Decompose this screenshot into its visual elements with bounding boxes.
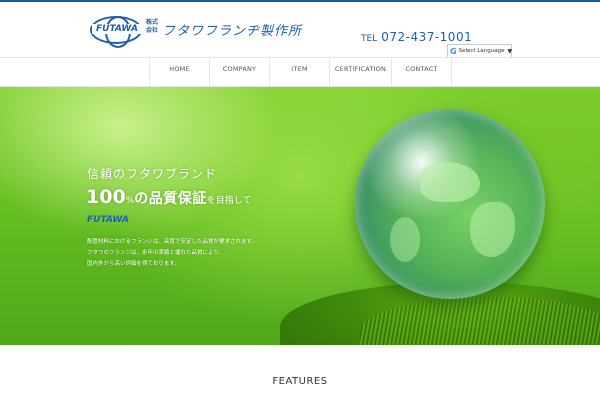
- logo-mark: FUTAWA: [92, 24, 142, 34]
- site-header: FUTAWA 株式 会社 フタワフランヂ製作所 TEL 072-437-1001 …: [0, 2, 600, 58]
- nav-certification[interactable]: CERTIFICATION: [330, 58, 392, 86]
- logo-company-name: フタワフランヂ製作所: [162, 24, 303, 39]
- globe-land-shape: [390, 217, 420, 262]
- hero-description: 配管材料におけるフランジは、高度で安定した品質が要求されます。 フタワのフランジ…: [87, 237, 257, 270]
- hero-desc-line: 配管材料におけるフランジは、高度で安定した品質が要求されます。: [87, 239, 257, 245]
- google-icon: G: [450, 46, 457, 56]
- dropdown-arrow-icon: ▼: [507, 47, 513, 55]
- headline-number: 100: [86, 186, 126, 208]
- nav-item[interactable]: ITEM: [270, 58, 330, 86]
- phone-number: TEL 072-437-1001: [361, 30, 472, 44]
- nav-company[interactable]: COMPANY: [210, 58, 270, 86]
- hero-desc-line: フタワのフランジは、永年の実績と優れた品質により、: [87, 250, 225, 256]
- logo-kabushiki-kaisha: 株式 会社: [146, 19, 159, 34]
- tel-number: 072-437-1001: [381, 30, 473, 44]
- nav-home[interactable]: HOME: [150, 58, 210, 86]
- hero-brand: FUTAWA: [87, 215, 129, 225]
- globe-land-shape: [420, 162, 480, 202]
- hero-headline: 100%の品質保証を目指して: [86, 186, 251, 208]
- headline-percent: %: [125, 196, 135, 206]
- main-navigation: HOME COMPANY ITEM CERTIFICATION CONTACT: [0, 57, 600, 87]
- hero-title: 信頼のフタワブランド: [87, 167, 218, 181]
- tel-label: TEL: [361, 34, 378, 44]
- google-translate-select[interactable]: G Select Language ▼: [447, 44, 512, 58]
- nav-contact[interactable]: CONTACT: [392, 58, 452, 86]
- headline-text: の品質保証: [134, 191, 207, 207]
- glass-globe-image: [355, 109, 545, 299]
- headline-tail: を目指して: [206, 196, 252, 206]
- company-logo[interactable]: FUTAWA 株式 会社 フタワフランヂ製作所: [90, 16, 301, 48]
- nav-items: HOME COMPANY ITEM CERTIFICATION CONTACT: [149, 58, 452, 86]
- select-language-label: Select Language: [458, 48, 505, 54]
- features-heading: FEATURES: [272, 376, 328, 387]
- hero-desc-line: 国内外から高い評価を得ております。: [87, 261, 180, 267]
